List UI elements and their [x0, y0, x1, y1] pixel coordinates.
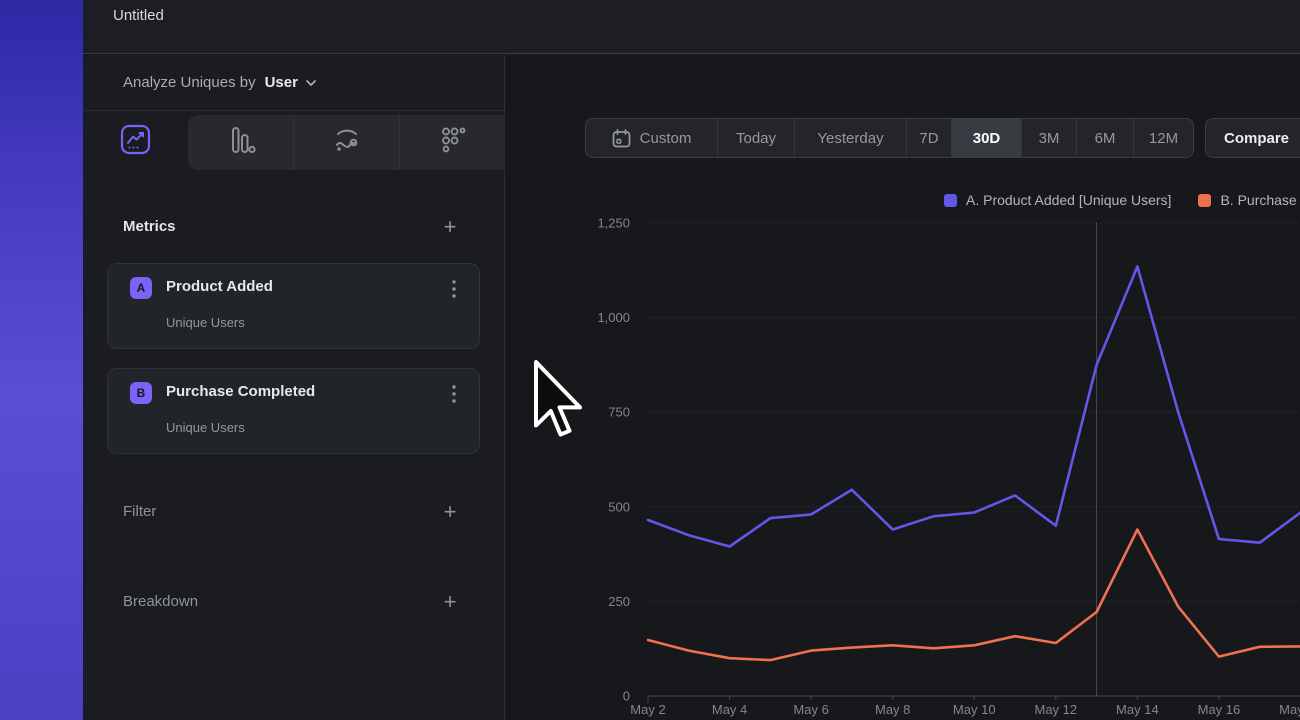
filter-section-label: Filter: [123, 503, 156, 520]
brand-gradient-strip: [0, 0, 83, 720]
legend-swatch-orange: [1198, 194, 1211, 207]
range-label: 30D: [973, 130, 1001, 147]
chart-legend: A. Product Added [Unique Users] B. Purch…: [944, 190, 1300, 210]
range-custom[interactable]: Custom: [586, 119, 717, 157]
breakdown-section-label: Breakdown: [123, 593, 198, 610]
compare-button[interactable]: Compare: [1205, 118, 1300, 158]
metric-badge-a: A: [130, 277, 152, 299]
chart-type-tabstrip: [188, 115, 505, 170]
range-label: 6M: [1095, 130, 1116, 147]
metrics-section-label: Metrics: [123, 218, 176, 235]
metric-badge-b: B: [130, 382, 152, 404]
legend-label: A. Product Added [Unique Users]: [966, 192, 1171, 208]
range-label: 3M: [1039, 130, 1060, 147]
kebab-menu-icon[interactable]: [445, 383, 463, 405]
add-metric-button[interactable]: +: [437, 214, 463, 240]
line-chart-icon: [120, 124, 151, 160]
funnel-bars-icon: [226, 125, 256, 160]
compare-label: Compare: [1224, 130, 1289, 147]
tab-insights-active[interactable]: [83, 113, 188, 171]
range-label: 7D: [919, 130, 938, 147]
range-12m[interactable]: 12M: [1133, 119, 1193, 157]
range-yesterday[interactable]: Yesterday: [794, 119, 906, 157]
calendar-icon: [612, 129, 631, 148]
range-30d-active[interactable]: 30D: [951, 119, 1021, 157]
legend-item-b[interactable]: B. Purchase Completed [Unique Users]: [1198, 192, 1300, 208]
metric-subtitle[interactable]: Unique Users: [166, 315, 245, 330]
report-title[interactable]: Untitled: [113, 7, 164, 24]
metric-card-product-added[interactable]: A Product Added Unique Users: [107, 263, 480, 349]
range-label: Custom: [640, 130, 692, 147]
metric-card-purchase-completed[interactable]: B Purchase Completed Unique Users: [107, 368, 480, 454]
analyze-prefix-label: Analyze Uniques by: [123, 74, 256, 91]
flows-icon: [332, 125, 362, 160]
metric-title: Purchase Completed: [166, 383, 315, 400]
range-label: 12M: [1149, 130, 1178, 147]
metric-subtitle[interactable]: Unique Users: [166, 420, 245, 435]
range-today[interactable]: Today: [717, 119, 794, 157]
range-3m[interactable]: 3M: [1021, 119, 1076, 157]
tab-funnels[interactable]: [188, 115, 293, 170]
legend-item-a[interactable]: A. Product Added [Unique Users]: [944, 192, 1171, 208]
add-filter-button[interactable]: +: [437, 499, 463, 525]
top-header: Untitled: [83, 0, 1300, 54]
range-label: Today: [736, 130, 776, 147]
chevron-down-icon[interactable]: [305, 74, 317, 92]
metric-title: Product Added: [166, 278, 273, 295]
kebab-menu-icon[interactable]: [445, 278, 463, 300]
legend-label: B. Purchase Completed [Unique Users]: [1220, 192, 1300, 208]
tab-flows[interactable]: [293, 115, 399, 170]
range-6m[interactable]: 6M: [1076, 119, 1133, 157]
date-range-control: Custom Today Yesterday 7D 30D 3M 6M 12M: [585, 118, 1194, 158]
app-window: Untitled Analyze Uniques by User: [0, 0, 1300, 720]
legend-swatch-purple: [944, 194, 957, 207]
range-label: Yesterday: [817, 130, 883, 147]
retention-dots-icon: [438, 125, 468, 160]
tab-retention[interactable]: [399, 115, 505, 170]
analyze-entity-select[interactable]: User: [265, 74, 298, 91]
add-breakdown-button[interactable]: +: [437, 589, 463, 615]
analyze-row: Analyze Uniques by User: [83, 55, 505, 111]
range-7d[interactable]: 7D: [906, 119, 951, 157]
